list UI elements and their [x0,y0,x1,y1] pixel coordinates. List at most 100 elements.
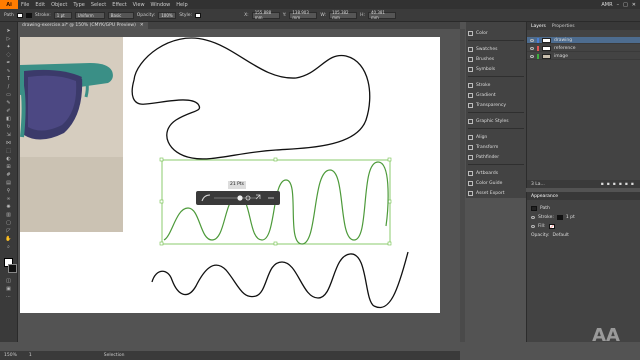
panel-color[interactable]: Color [468,28,524,38]
menu-file[interactable]: File [18,2,32,8]
symbol-sprayer-icon[interactable]: ✺ [4,204,13,210]
layer-name[interactable]: drawing [554,38,572,43]
menu-window[interactable]: Window [148,2,174,8]
panel-transparency[interactable]: Transparency [468,100,524,110]
eraser-tool-icon[interactable]: ◧ [4,116,13,122]
panel-asset-export[interactable]: Asset Export [468,188,524,198]
tab-properties[interactable]: Properties [552,24,575,29]
curve-control-widget[interactable] [196,191,280,205]
layer-actions-icon[interactable]: ▪▪▪▪▪▪ [601,182,640,187]
panel-brushes[interactable]: Brushes [468,54,524,64]
magic-wand-icon[interactable]: ✦ [4,44,13,50]
direct-selection-tool-icon[interactable]: ▷ [4,36,13,42]
edit-toolbar-icon[interactable]: ⋯ [4,294,13,300]
paintbrush-tool-icon[interactable]: ✎ [4,100,13,106]
artboard-number[interactable]: 1 [29,353,32,358]
menu-object[interactable]: Object [48,2,70,8]
reference-image[interactable] [20,37,123,232]
brush-definition[interactable]: Basic [107,11,134,19]
pen-tool-icon[interactable]: ✒ [4,60,13,66]
gradient-tool-icon[interactable]: ▤ [4,180,13,186]
hand-tool-icon[interactable]: ✋ [4,236,13,242]
document-tab[interactable]: drawing-exercise.ai* @ 150% (CMYK/GPU Pr… [18,22,148,29]
line-tool-icon[interactable]: / [4,84,13,90]
visibility-icon[interactable] [531,224,535,228]
rectangle-tool-icon[interactable]: ▭ [4,92,13,98]
menu-type[interactable]: Type [70,2,87,8]
panel-align[interactable]: Align [468,132,524,142]
layer-name[interactable]: reference [554,46,576,51]
vertical-scrollbar[interactable] [460,29,465,342]
panel-gradient[interactable]: Gradient [468,90,524,100]
opacity-value[interactable]: Default [553,233,569,238]
scale-tool-icon[interactable]: ⇲ [4,132,13,138]
panel-graphic-styles[interactable]: Graphic Styles [468,116,524,126]
menu-edit[interactable]: Edit [32,2,48,8]
zoom-level[interactable]: 150% [4,353,17,358]
shape-builder-icon[interactable]: ◐ [4,156,13,162]
lasso-tool-icon[interactable]: ◌ [4,52,13,58]
mesh-tool-icon[interactable]: # [4,172,13,178]
stroke-value[interactable]: 1 pt [566,215,575,220]
visibility-icon[interactable] [530,46,534,50]
opacity-field[interactable]: 100% [158,11,177,19]
panel-stroke[interactable]: Stroke [468,80,524,90]
layer-row-drawing[interactable]: drawing [527,37,640,44]
shaper-tool-icon[interactable]: ✐ [4,108,13,114]
h-field[interactable]: 40.381 mm [367,10,396,20]
current-tool[interactable]: Selection [104,353,125,358]
panel-color-guide[interactable]: Color Guide [468,178,524,188]
panel-swatches[interactable]: Swatches [468,44,524,54]
type-tool-icon[interactable]: T [4,76,13,82]
layer-row-reference[interactable]: reference [527,45,640,52]
panel-transform[interactable]: Transform [468,142,524,152]
curvature-tool-icon[interactable]: ∿ [4,68,13,74]
tab-appearance[interactable]: Appearance [531,194,558,199]
fill-swatch[interactable] [16,12,23,18]
appearance-fill-row[interactable]: Fill: [531,222,637,230]
screen-mode-icon[interactable]: ▣ [4,286,13,292]
menu-effect[interactable]: Effect [109,2,129,8]
stroke-color-swatch[interactable] [556,214,563,220]
y-field[interactable]: 138.903 mm [289,10,318,20]
style-swatch[interactable] [195,12,202,18]
variable-width-profile[interactable]: Uniform [74,11,105,19]
minimize-icon[interactable]: – [617,2,620,8]
visibility-icon[interactable] [531,215,535,219]
menu-select[interactable]: Select [88,2,109,8]
layer-row-image[interactable]: image [527,53,640,60]
x-field[interactable]: 155.888 mm [251,10,280,20]
stroke-color-icon[interactable] [8,264,17,273]
perspective-grid-icon[interactable]: ⊞ [4,164,13,170]
fill-none-swatch[interactable] [548,223,555,229]
stroke-weight-field[interactable]: 1 pt [53,11,72,19]
layer-name[interactable]: image [554,54,568,59]
rotate-tool-icon[interactable]: ↻ [4,124,13,130]
zoom-tool-icon[interactable]: ⌕ [4,244,13,250]
workspace-name[interactable]: AMR [601,2,612,8]
graph-tool-icon[interactable]: ▥ [4,212,13,218]
appearance-opacity-row[interactable]: Opacity: Default [531,231,637,239]
close-icon[interactable]: ✕ [632,2,636,8]
panel-symbols[interactable]: Symbols [468,64,524,74]
maximize-icon[interactable]: □ [623,2,628,8]
menu-help[interactable]: Help [173,2,190,8]
panel-pathfinder[interactable]: Pathfinder [468,152,524,162]
tab-layers[interactable]: Layers [531,24,546,29]
stroke-swatch[interactable] [25,12,32,18]
selection-tool-icon[interactable]: ➤ [4,28,13,34]
visibility-icon[interactable] [530,38,534,42]
close-tab-icon[interactable]: ✕ [140,23,144,28]
free-transform-icon[interactable]: ⬚ [4,148,13,154]
panel-artboards[interactable]: Artboards [468,168,524,178]
visibility-icon[interactable] [530,54,534,58]
eyedropper-tool-icon[interactable]: ⚲ [4,188,13,194]
blend-tool-icon[interactable]: ∞ [4,196,13,202]
w-field[interactable]: 105.382 mm [329,10,358,20]
drawing-modes-icon[interactable]: ◫ [4,278,13,284]
width-tool-icon[interactable]: ⋈ [4,140,13,146]
artboard-tool-icon[interactable]: ▢ [4,220,13,226]
appearance-stroke-row[interactable]: Stroke: 1 pt [531,213,637,221]
slice-tool-icon[interactable]: ◸ [4,228,13,234]
menu-view[interactable]: View [130,2,148,8]
